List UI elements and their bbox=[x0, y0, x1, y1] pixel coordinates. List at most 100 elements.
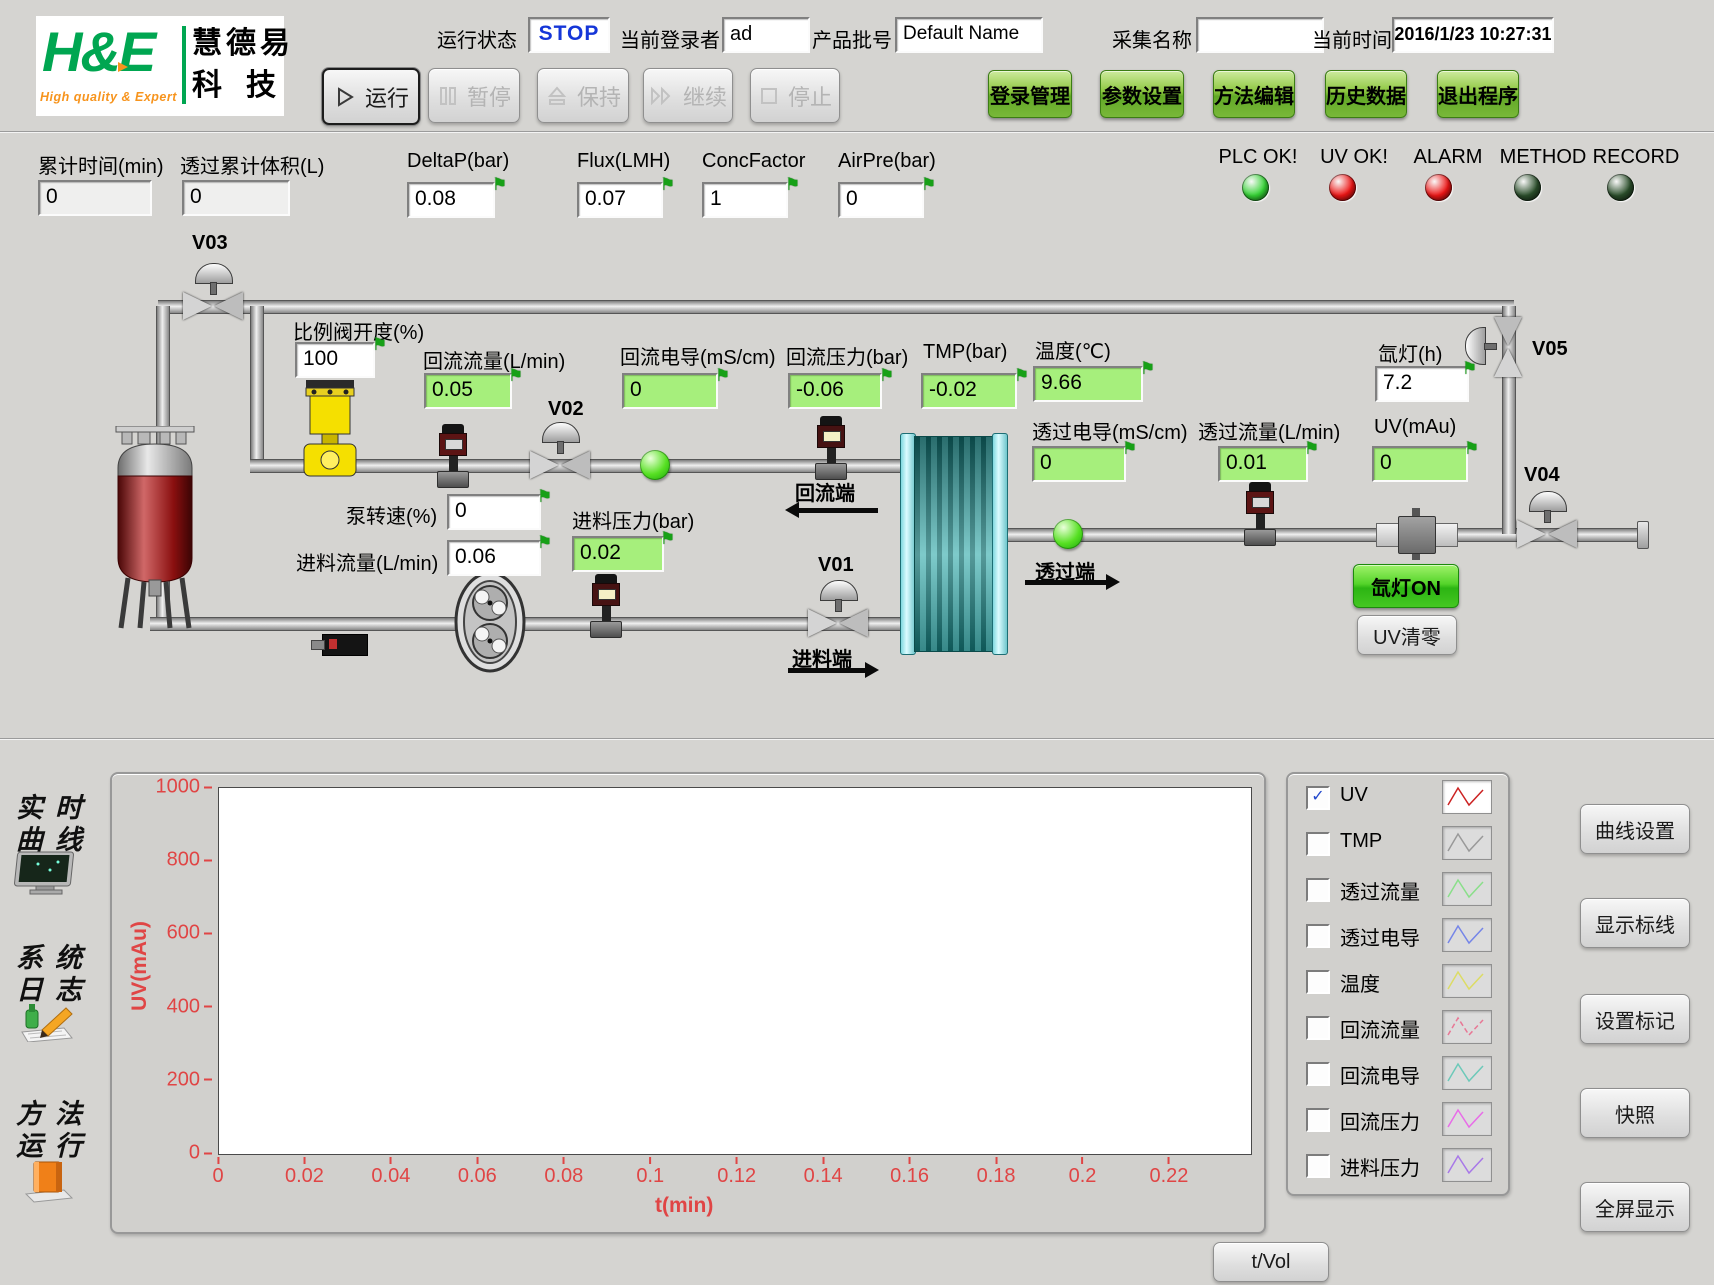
legend-label: 透过电导 bbox=[1340, 922, 1420, 951]
chart-plot-area bbox=[218, 787, 1252, 1155]
logo-he-text: H&E bbox=[42, 24, 154, 80]
flag-indicator-icon: ⚑ bbox=[1122, 440, 1137, 457]
feed-inline-sensor-icon bbox=[322, 634, 368, 656]
feed-flow-input[interactable]: 0.06 bbox=[447, 540, 541, 576]
legend-line-sample[interactable] bbox=[1442, 780, 1492, 814]
temperature-label: 温度(℃) bbox=[1035, 335, 1111, 364]
legend-checkbox[interactable] bbox=[1306, 878, 1330, 902]
temperature-value: 9.66 bbox=[1033, 366, 1143, 402]
valve-v02 bbox=[529, 422, 591, 480]
feed-direction-arrow-icon bbox=[788, 668, 866, 673]
set-marker-button[interactable]: 设置标记 bbox=[1580, 994, 1690, 1044]
reflux-line-status-ball bbox=[640, 450, 670, 480]
legend-line-sample[interactable] bbox=[1442, 964, 1492, 998]
flag-indicator-icon: ⚑ bbox=[1304, 440, 1319, 457]
pump-icon bbox=[452, 570, 528, 674]
legend-checkbox[interactable] bbox=[1306, 924, 1330, 948]
flag-indicator-icon: ⚑ bbox=[660, 176, 675, 193]
legend-line-sample[interactable] bbox=[1442, 1056, 1492, 1090]
perm-cond-value: 0 bbox=[1032, 446, 1126, 482]
legend-row-reflux-pressure: 回流压力 bbox=[1288, 1098, 1508, 1138]
legend-checkbox[interactable] bbox=[1306, 1154, 1330, 1178]
book-icon bbox=[20, 1156, 78, 1204]
fullscreen-button[interactable]: 全屏显示 bbox=[1580, 1182, 1690, 1232]
legend-line-sample[interactable] bbox=[1442, 1148, 1492, 1182]
legend-label: TMP bbox=[1340, 830, 1382, 853]
legend-label: 进料压力 bbox=[1340, 1152, 1420, 1181]
reflux-flow-value: 0.05 bbox=[424, 373, 512, 409]
uv-cell-flange bbox=[1376, 523, 1400, 547]
legend-line-sample[interactable] bbox=[1442, 1102, 1492, 1136]
logo-divider bbox=[182, 26, 186, 104]
uv-zero-button[interactable]: UV清零 bbox=[1357, 615, 1457, 655]
legend-checkbox[interactable] bbox=[1306, 1062, 1330, 1086]
snapshot-button[interactable]: 快照 bbox=[1580, 1088, 1690, 1138]
reflux-pressure-value: -0.06 bbox=[788, 373, 882, 409]
show-marker-line-button[interactable]: 显示标线 bbox=[1580, 898, 1690, 948]
airpre-label: AirPre(bar) bbox=[838, 150, 936, 173]
hold-button[interactable]: 保持 bbox=[537, 68, 629, 123]
membrane-end-cap bbox=[992, 433, 1008, 655]
pump-speed-input[interactable]: 0 bbox=[447, 494, 541, 530]
legend-checkbox[interactable] bbox=[1306, 1108, 1330, 1132]
xenon-lamp-hours-value[interactable]: 7.2 bbox=[1375, 366, 1469, 402]
time-volume-toggle-button[interactable]: t/Vol bbox=[1213, 1242, 1329, 1282]
membrane-body bbox=[914, 436, 996, 652]
uv-signal-value: 0 bbox=[1372, 446, 1468, 482]
uv-cell-flange bbox=[1434, 523, 1458, 547]
flag-indicator-icon: ⚑ bbox=[1464, 440, 1479, 457]
legend-line-sample[interactable] bbox=[1442, 826, 1492, 860]
legend-row-temperature: 温度 bbox=[1288, 960, 1508, 1000]
perm-direction-arrow-icon bbox=[1025, 580, 1107, 585]
total-time-label: 累计时间(min) bbox=[38, 150, 164, 179]
valve-v03-label: V03 bbox=[192, 232, 228, 255]
flag-indicator-icon: ⚑ bbox=[715, 367, 730, 384]
legend-line-sample[interactable] bbox=[1442, 872, 1492, 906]
fast-forward-icon bbox=[649, 84, 675, 108]
legend-line-sample[interactable] bbox=[1442, 1010, 1492, 1044]
legend-checkbox[interactable] bbox=[1306, 970, 1330, 994]
legend-row-perm-cond: 透过电导 bbox=[1288, 914, 1508, 954]
tmp-label: TMP(bar) bbox=[923, 341, 1007, 364]
current-user-input[interactable]: ad bbox=[722, 17, 810, 53]
reflux-cond-label: 回流电导(mS/cm) bbox=[620, 341, 776, 370]
legend-checkbox[interactable] bbox=[1306, 832, 1330, 856]
company-logo: H&E High quality & Expert 慧德易 科技 bbox=[36, 16, 284, 116]
run-button[interactable]: 运行 bbox=[322, 68, 420, 125]
reflux-cond-value: 0 bbox=[622, 373, 718, 409]
perm-line-status-ball bbox=[1053, 519, 1083, 549]
legend-label: 温度 bbox=[1340, 968, 1380, 997]
legend-checkbox[interactable]: ✓ bbox=[1306, 786, 1330, 810]
pipe-end-cap bbox=[1637, 521, 1649, 549]
pipe-top bbox=[158, 300, 1514, 314]
parameter-settings-button[interactable]: 参数设置 bbox=[1100, 70, 1184, 118]
stop-button[interactable]: 停止 bbox=[750, 68, 840, 123]
legend-line-sample[interactable] bbox=[1442, 918, 1492, 952]
concfactor-label: ConcFactor bbox=[702, 150, 805, 173]
xenon-lamp-on-button[interactable]: 氙灯ON bbox=[1353, 564, 1459, 608]
valve-v04-label: V04 bbox=[1524, 464, 1560, 487]
legend-label: 透过流量 bbox=[1340, 876, 1420, 905]
feed-tank bbox=[108, 426, 202, 634]
uv-ok-led bbox=[1329, 174, 1356, 201]
hmi-main-screen: H&E High quality & Expert 慧德易 科技 运行状态 ST… bbox=[0, 0, 1714, 1285]
legend-row-reflux-cond: 回流电导 bbox=[1288, 1052, 1508, 1092]
history-data-button[interactable]: 历史数据 bbox=[1325, 70, 1407, 118]
resume-button[interactable]: 继续 bbox=[643, 68, 733, 123]
acquisition-name-input[interactable] bbox=[1196, 17, 1324, 53]
batch-input[interactable]: Default Name bbox=[895, 17, 1043, 53]
perm-flow-value: 0.01 bbox=[1218, 446, 1308, 482]
legend-checkbox[interactable] bbox=[1306, 1016, 1330, 1040]
prop-valve-opening-input[interactable]: 100 bbox=[295, 342, 375, 378]
curve-settings-button[interactable]: 曲线设置 bbox=[1580, 804, 1690, 854]
feed-pressure-label: 进料压力(bar) bbox=[572, 505, 694, 534]
reflux-port-label: 回流端 bbox=[795, 477, 855, 506]
method-edit-button[interactable]: 方法编辑 bbox=[1213, 70, 1295, 118]
login-manage-button[interactable]: 登录管理 bbox=[988, 70, 1072, 118]
exit-program-button[interactable]: 退出程序 bbox=[1437, 70, 1519, 118]
acquisition-name-label: 采集名称 bbox=[1112, 24, 1192, 53]
pause-button[interactable]: 暂停 bbox=[428, 68, 520, 123]
flag-indicator-icon: ⚑ bbox=[1014, 367, 1029, 384]
logbook-pencil-icon bbox=[14, 996, 80, 1042]
flag-indicator-icon: ⚑ bbox=[372, 336, 387, 353]
